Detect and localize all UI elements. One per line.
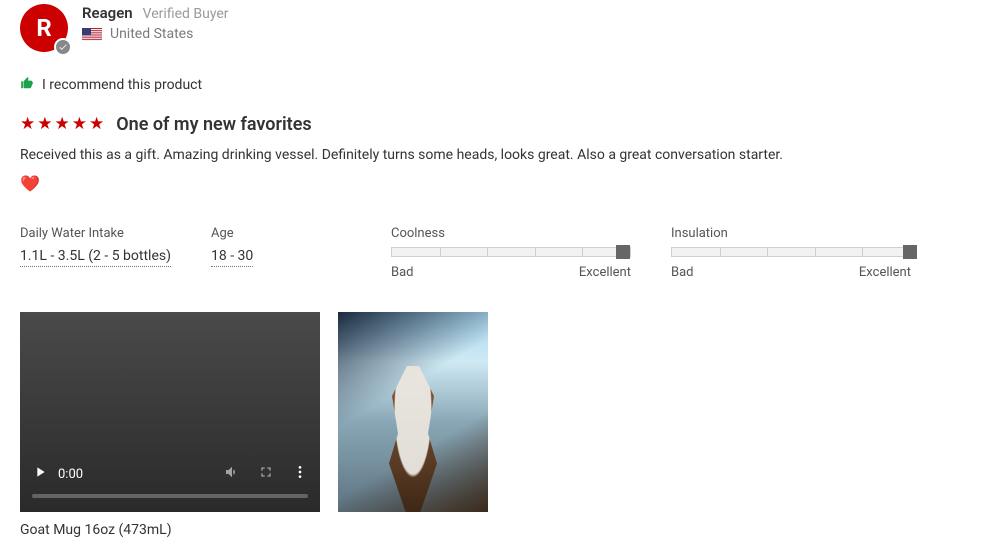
video-time: 0:00 <box>58 467 83 482</box>
attribute-row: Daily Water Intake 1.1L - 3.5L (2 - 5 bo… <box>20 226 976 280</box>
heart-icon: ❤️ <box>20 172 40 196</box>
review-body: Received this as a gift. Amazing drinkin… <box>20 145 976 196</box>
reviewer-name: Reagen <box>82 4 133 22</box>
verified-check-icon <box>54 38 72 56</box>
review-photo[interactable] <box>338 312 488 512</box>
slider-insulation: Insulation Bad Excellent <box>671 226 911 280</box>
recommend-row: I recommend this product <box>20 76 976 94</box>
star-rating: ★ ★ ★ ★ ★ <box>20 116 104 133</box>
attr-value: 1.1L - 3.5L (2 - 5 bottles) <box>20 248 171 267</box>
title-row: ★ ★ ★ ★ ★ One of my new favorites <box>20 114 976 135</box>
slider-high: Excellent <box>859 265 911 280</box>
product-caption: Goat Mug 16oz (473mL) <box>20 522 320 538</box>
review-header: R Reagen Verified Buyer Unite <box>20 4 976 52</box>
attr-value: 18 - 30 <box>211 248 253 267</box>
slider-track <box>671 247 911 257</box>
star-icon: ★ <box>37 116 52 133</box>
review-text: Received this as a gift. Amazing drinkin… <box>20 147 783 163</box>
star-icon: ★ <box>20 116 35 133</box>
play-icon[interactable] <box>32 464 48 484</box>
more-icon[interactable] <box>292 464 308 484</box>
slider-thumb <box>616 245 630 259</box>
slider-high: Excellent <box>579 265 631 280</box>
attr-label: Age <box>211 226 351 241</box>
avatar: R <box>20 4 68 52</box>
slider-label: Insulation <box>671 226 911 241</box>
slider-track <box>391 247 631 257</box>
volume-icon[interactable] <box>224 464 240 484</box>
attr-age: Age 18 - 30 <box>211 226 351 280</box>
reviewer-meta: Reagen Verified Buyer United States <box>82 4 229 42</box>
attr-label: Daily Water Intake <box>20 226 171 241</box>
verified-label: Verified Buyer <box>143 6 229 22</box>
reviewer-country: United States <box>110 26 193 42</box>
slider-low: Bad <box>671 265 694 280</box>
video-progress[interactable] <box>32 494 308 498</box>
slider-low: Bad <box>391 265 414 280</box>
slider-label: Coolness <box>391 226 631 241</box>
slider-coolness: Coolness Bad Excellent <box>391 226 631 280</box>
review-title: One of my new favorites <box>116 114 311 135</box>
star-icon: ★ <box>55 116 70 133</box>
media-row: 0:00 Goat <box>20 312 976 538</box>
thumb-up-icon <box>20 76 34 94</box>
attr-daily-water: Daily Water Intake 1.1L - 3.5L (2 - 5 bo… <box>20 226 171 280</box>
star-icon: ★ <box>89 116 104 133</box>
slider-thumb <box>903 245 917 259</box>
fullscreen-icon[interactable] <box>258 464 274 484</box>
star-icon: ★ <box>72 116 87 133</box>
recommend-text: I recommend this product <box>42 77 202 93</box>
review-video[interactable]: 0:00 <box>20 312 320 512</box>
flag-icon <box>82 27 102 41</box>
video-controls: 0:00 <box>20 456 320 512</box>
